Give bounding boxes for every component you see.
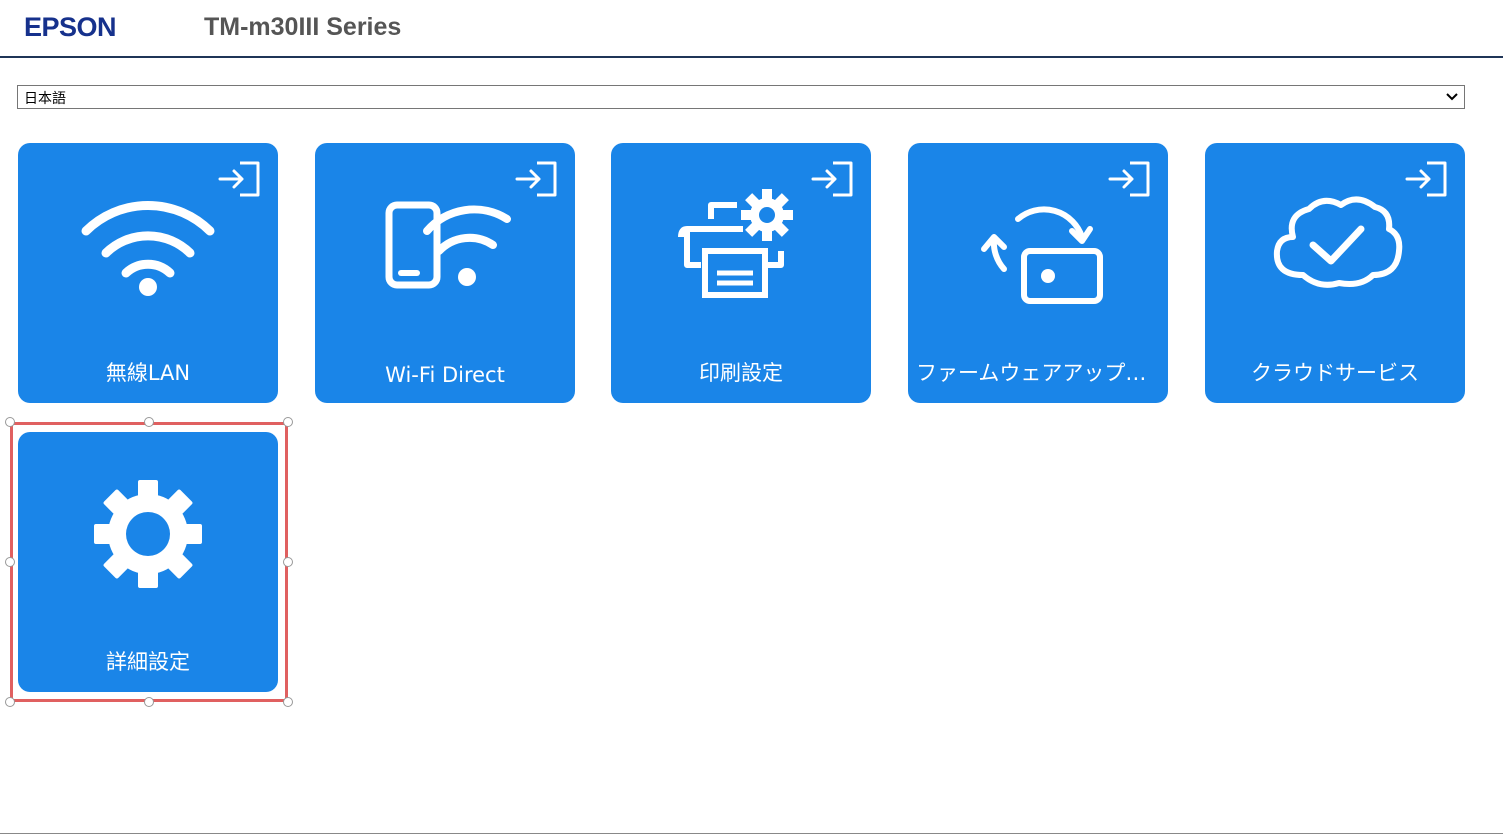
language-select[interactable]: 日本語 bbox=[17, 85, 1465, 109]
open-external-icon bbox=[218, 161, 260, 197]
language-select-value: 日本語 bbox=[24, 91, 66, 107]
printer-gear-icon bbox=[678, 189, 793, 298]
cloud-check-icon bbox=[1273, 196, 1403, 288]
selection-handle[interactable] bbox=[5, 557, 15, 567]
open-external-icon bbox=[515, 161, 557, 197]
selection-handle[interactable] bbox=[5, 697, 15, 707]
tile-firmware-update[interactable]: ファームウェアアップデート bbox=[908, 143, 1168, 403]
tile-wifi-direct[interactable]: Wi-Fi Direct bbox=[315, 143, 575, 403]
model-title: TM-m30III Series bbox=[204, 13, 402, 41]
tile-label: ファームウェアアップデート bbox=[916, 361, 1160, 385]
selection-handle[interactable] bbox=[5, 417, 15, 427]
open-external-icon bbox=[1405, 161, 1447, 197]
selection-handle[interactable] bbox=[283, 697, 293, 707]
footer-divider bbox=[0, 833, 1503, 834]
wifi-icon bbox=[81, 200, 215, 296]
chevron-down-icon bbox=[1446, 93, 1458, 101]
tile-label: 無線LAN bbox=[105, 361, 191, 385]
tile-label: Wi-Fi Direct bbox=[385, 363, 505, 387]
selection-handle[interactable] bbox=[283, 557, 293, 567]
open-external-icon bbox=[1108, 161, 1150, 197]
phone-wifi-icon bbox=[385, 201, 511, 289]
tile-label: クラウドサービス bbox=[1251, 361, 1419, 385]
selection-handle[interactable] bbox=[144, 417, 154, 427]
tile-cloud-service[interactable]: クラウドサービス bbox=[1205, 143, 1465, 403]
tile-print-settings[interactable]: 印刷設定 bbox=[611, 143, 871, 403]
header: EPSON TM-m30III Series bbox=[0, 0, 1503, 58]
selection-frame bbox=[10, 422, 288, 702]
update-icon bbox=[981, 206, 1103, 304]
tile-wireless-lan[interactable]: 無線LAN bbox=[18, 143, 278, 403]
tile-label: 印刷設定 bbox=[699, 361, 783, 385]
epson-logo: EPSON bbox=[24, 12, 117, 42]
selection-handle[interactable] bbox=[144, 697, 154, 707]
selection-handle[interactable] bbox=[283, 417, 293, 427]
open-external-icon bbox=[811, 161, 853, 197]
